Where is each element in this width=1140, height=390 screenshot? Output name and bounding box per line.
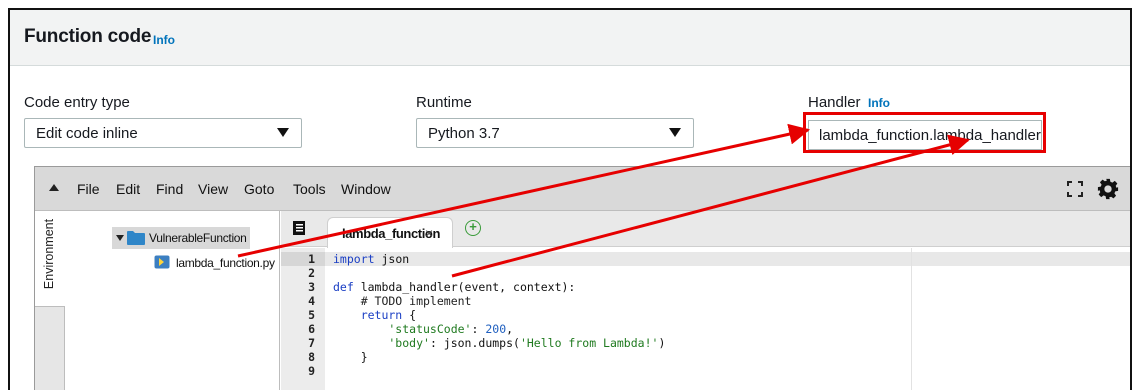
- close-icon[interactable]: ×: [425, 225, 433, 241]
- line-number: 6: [308, 322, 315, 336]
- line-number: 7: [308, 336, 315, 350]
- line-number: 4: [308, 294, 315, 308]
- print-margin: [911, 248, 912, 390]
- handler-label: Handler: [808, 94, 861, 111]
- menu-tools[interactable]: Tools: [293, 181, 326, 197]
- code-entry-value: Edit code inline: [36, 125, 138, 142]
- environment-tab[interactable]: Environment: [35, 211, 65, 307]
- code-entry-select[interactable]: Edit code inline: [24, 118, 302, 148]
- panel-header: Function code Info: [10, 10, 1130, 66]
- editor-tab-bar: lambda_function × +: [281, 211, 1130, 248]
- code-content[interactable]: import json def lambda_handler(event, co…: [325, 248, 1130, 390]
- editor-area: lambda_function × + 1 2 3 4 5 6 7 8 9 im…: [281, 211, 1130, 390]
- code-line: 'body': json.dumps('Hello from Lambda!'): [333, 336, 666, 350]
- code-line: def lambda_handler(event, context):: [333, 280, 576, 294]
- tab-lambda-function[interactable]: lambda_function ×: [327, 217, 453, 248]
- collapse-icon[interactable]: [49, 184, 59, 191]
- gear-icon[interactable]: [1097, 178, 1119, 200]
- active-line-highlight: [325, 252, 1130, 266]
- line-gutter: 1 2 3 4 5 6 7 8 9: [281, 248, 325, 390]
- line-number: 2: [308, 266, 315, 280]
- code-line: }: [333, 350, 368, 364]
- menu-edit[interactable]: Edit: [116, 181, 140, 197]
- file-tree: VulnerableFunction lambda_function.py: [66, 211, 280, 390]
- code-line: import json: [333, 252, 410, 266]
- python-file-icon: [154, 255, 170, 269]
- code-editor: File Edit Find View Goto Tools Window En…: [34, 166, 1130, 390]
- line-number: 3: [308, 280, 315, 294]
- info-link[interactable]: Info: [153, 33, 175, 47]
- tree-file-label: lambda_function.py: [176, 256, 275, 270]
- menu-goto[interactable]: Goto: [244, 181, 274, 197]
- tree-folder-vulnerablefunction[interactable]: VulnerableFunction: [112, 227, 250, 249]
- caret-down-icon[interactable]: [116, 235, 124, 241]
- function-code-panel: Function code Info Code entry type Edit …: [8, 8, 1132, 390]
- handler-info-link[interactable]: Info: [868, 96, 890, 110]
- environment-tab-label: Environment: [42, 218, 56, 290]
- chevron-down-icon: [669, 128, 681, 137]
- handler-highlight-box: [803, 112, 1046, 153]
- tab-list-icon[interactable]: [293, 221, 305, 235]
- folder-icon: [127, 231, 145, 245]
- line-number: 8: [308, 350, 315, 364]
- runtime-value: Python 3.7: [428, 125, 500, 142]
- environment-sidebar: Environment: [35, 211, 65, 390]
- code-line: 'statusCode': 200,: [333, 322, 514, 336]
- line-number: 1: [308, 252, 315, 266]
- code-line: return {: [333, 308, 417, 322]
- new-tab-icon[interactable]: +: [465, 220, 481, 236]
- fullscreen-icon[interactable]: [1067, 181, 1083, 197]
- code-line: # TODO implement: [333, 294, 472, 308]
- line-number: 9: [308, 364, 315, 378]
- editor-menu-bar: File Edit Find View Goto Tools Window: [35, 167, 1130, 211]
- menu-file[interactable]: File: [77, 181, 100, 197]
- tree-folder-label: VulnerableFunction: [149, 231, 247, 245]
- menu-find[interactable]: Find: [156, 181, 183, 197]
- runtime-select[interactable]: Python 3.7: [416, 118, 694, 148]
- chevron-down-icon: [277, 128, 289, 137]
- page-title: Function code: [24, 26, 152, 47]
- code-entry-label: Code entry type: [24, 94, 130, 111]
- line-number: 5: [308, 308, 315, 322]
- menu-window[interactable]: Window: [341, 181, 391, 197]
- runtime-label: Runtime: [416, 94, 472, 111]
- menu-view[interactable]: View: [198, 181, 228, 197]
